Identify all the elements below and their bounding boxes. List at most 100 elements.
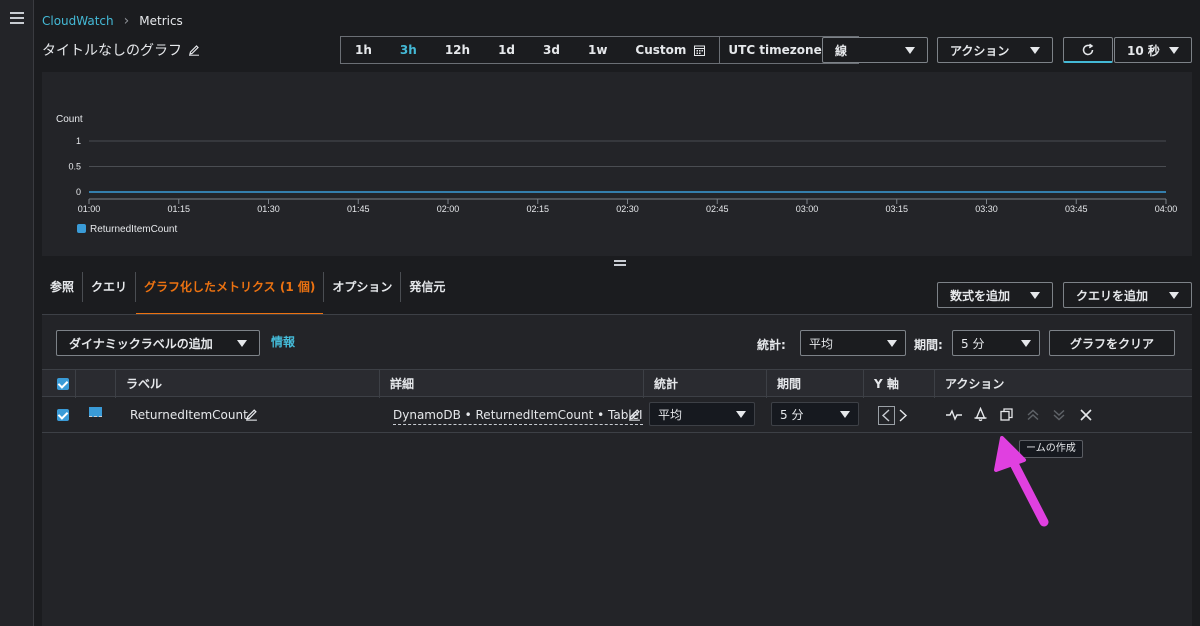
column-header-period: 期間 bbox=[766, 370, 801, 398]
period-label: 期間: bbox=[914, 338, 943, 352]
resize-handle-icon[interactable] bbox=[614, 260, 626, 268]
timezone-label: UTC timezone bbox=[728, 43, 822, 57]
series-color-swatch[interactable] bbox=[89, 407, 102, 417]
close-icon[interactable] bbox=[1080, 409, 1092, 421]
tab-5[interactable]: 発信元 bbox=[401, 272, 453, 302]
x-tick-label: 02:45 bbox=[706, 204, 729, 214]
row-stat-value: 平均 bbox=[658, 407, 683, 422]
main-content: CloudWatch › Metrics タイトルなしのグラフ 1h 3h 12… bbox=[34, 0, 1200, 626]
column-header-label: ラベル bbox=[115, 370, 162, 398]
x-tick-label: 04:00 bbox=[1155, 204, 1178, 214]
stat-dropdown[interactable]: 平均 bbox=[800, 330, 906, 356]
x-tick-label: 01:30 bbox=[257, 204, 280, 214]
caret-down-icon bbox=[905, 46, 915, 54]
line-chart: Count 1 0.5 0 01:00 01:15 01:30 01:45 02:00 02:15… bbox=[56, 114, 1178, 235]
info-link[interactable]: 情報 bbox=[271, 333, 295, 350]
tab-4[interactable]: オプション bbox=[324, 272, 402, 302]
legend-label: ReturnedItemCount bbox=[90, 224, 177, 235]
period-dropdown[interactable]: 5 分 bbox=[952, 330, 1040, 356]
stat-label: 統計: bbox=[757, 338, 786, 352]
tab-2[interactable]: クエリ bbox=[83, 272, 137, 302]
column-header-detail: 詳細 bbox=[379, 370, 414, 398]
pencil-icon[interactable] bbox=[628, 408, 641, 421]
legend-swatch bbox=[77, 224, 86, 233]
x-tick-label: 01:00 bbox=[78, 204, 101, 214]
column-header-stat: 統計 bbox=[643, 370, 678, 398]
y-tick-label: 0.5 bbox=[68, 162, 81, 172]
add-math-button[interactable]: 数式を追加 bbox=[937, 282, 1053, 308]
x-tick-label: 03:30 bbox=[975, 204, 998, 214]
chart-type-dropdown[interactable]: 線 bbox=[822, 37, 928, 63]
period-value: 5 分 bbox=[961, 336, 985, 351]
time-range-1h[interactable]: 1h bbox=[341, 37, 386, 63]
breadcrumb-current: Metrics bbox=[139, 14, 183, 28]
clear-graph-button[interactable]: グラフをクリア bbox=[1049, 330, 1175, 356]
breadcrumb-cloudwatch-link[interactable]: CloudWatch bbox=[42, 14, 114, 28]
add-query-label: クエリを追加 bbox=[1076, 288, 1149, 303]
row-period-value: 5 分 bbox=[780, 407, 804, 422]
row-stat-dropdown[interactable]: 平均 bbox=[649, 402, 755, 426]
pulse-icon[interactable] bbox=[946, 409, 962, 421]
add-query-button[interactable]: クエリを追加 bbox=[1063, 282, 1192, 308]
left-nav-bar bbox=[0, 0, 34, 626]
stat-value: 平均 bbox=[809, 336, 834, 351]
clear-graph-label: グラフをクリア bbox=[1069, 336, 1154, 351]
copy-icon[interactable] bbox=[1000, 408, 1013, 421]
x-tick-label: 01:15 bbox=[167, 204, 190, 214]
caret-down-icon bbox=[1169, 46, 1179, 54]
breadcrumb: CloudWatch › Metrics bbox=[42, 13, 183, 29]
tab-bar: 参照 クエリ グラフ化したメトリクス (1 個) オプション 発信元 bbox=[42, 272, 453, 316]
add-math-label: 数式を追加 bbox=[950, 288, 1011, 303]
time-range-3d[interactable]: 3d bbox=[529, 37, 574, 63]
time-range-1d[interactable]: 1d bbox=[484, 37, 529, 63]
select-all-checkbox[interactable] bbox=[57, 378, 69, 390]
graph-title-text: タイトルなしのグラフ bbox=[42, 43, 182, 59]
caret-down-icon bbox=[237, 339, 247, 347]
refresh-interval-dropdown[interactable]: 10 秒 bbox=[1114, 37, 1192, 63]
row-label: ReturnedItemCount bbox=[130, 408, 248, 422]
refresh-icon bbox=[1082, 43, 1094, 55]
caret-down-icon bbox=[1169, 291, 1179, 299]
dynamic-label-button[interactable]: ダイナミックラベルの追加 bbox=[56, 330, 260, 356]
bell-icon[interactable] bbox=[973, 407, 988, 422]
annotation-arrow-icon bbox=[994, 436, 1049, 527]
move-down-icon[interactable] bbox=[1052, 408, 1066, 422]
x-tick-label: 02:00 bbox=[437, 204, 460, 214]
row-detail[interactable]: DynamoDB • ReturnedItemCount • TableI bbox=[393, 408, 643, 425]
refresh-interval-label: 10 秒 bbox=[1127, 43, 1160, 58]
caret-down-icon bbox=[840, 410, 850, 418]
chart-panel: Count 1 0.5 0 01:00 01:15 01:30 01:45 02:00 02:15… bbox=[42, 72, 1192, 256]
time-range-3h[interactable]: 3h bbox=[386, 37, 431, 63]
column-header-actions: アクション bbox=[934, 370, 1004, 398]
y-axis-label: Count bbox=[56, 114, 83, 125]
caret-down-icon bbox=[887, 339, 897, 347]
x-tick-label: 02:30 bbox=[616, 204, 639, 214]
caret-down-icon bbox=[1030, 46, 1040, 54]
tab-1[interactable]: 参照 bbox=[42, 272, 84, 302]
move-up-icon[interactable] bbox=[1026, 408, 1040, 422]
custom-label: Custom bbox=[635, 43, 687, 57]
time-range-custom[interactable]: Custom bbox=[621, 37, 721, 63]
metrics-table-header: ラベル 詳細 統計 期間 Y 軸 アクション bbox=[42, 369, 1192, 398]
actions-label: アクション bbox=[950, 43, 1010, 58]
actions-dropdown[interactable]: アクション bbox=[937, 37, 1053, 63]
x-tick-label: 03:45 bbox=[1065, 204, 1088, 214]
color-column-header bbox=[75, 370, 115, 398]
refresh-button[interactable] bbox=[1063, 37, 1113, 63]
x-tick-label: 01:45 bbox=[347, 204, 370, 214]
x-tick-label: 03:00 bbox=[796, 204, 819, 214]
time-range-1w[interactable]: 1w bbox=[574, 37, 621, 63]
y-axis-toggle[interactable] bbox=[878, 406, 912, 426]
pencil-icon[interactable] bbox=[188, 44, 200, 56]
row-period-dropdown[interactable]: 5 分 bbox=[771, 402, 859, 426]
pencil-icon[interactable] bbox=[245, 408, 258, 421]
tab-3[interactable]: グラフ化したメトリクス (1 個) bbox=[136, 272, 325, 316]
y-tick-label: 0 bbox=[76, 187, 81, 197]
menu-icon[interactable] bbox=[10, 12, 24, 24]
chart-type-label: 線 bbox=[835, 43, 848, 58]
x-tick-label: 02:15 bbox=[526, 204, 549, 214]
time-range-12h[interactable]: 12h bbox=[431, 37, 484, 63]
dynamic-label-text: ダイナミックラベルの追加 bbox=[69, 336, 213, 351]
caret-down-icon bbox=[736, 410, 746, 418]
row-checkbox[interactable] bbox=[57, 409, 69, 421]
